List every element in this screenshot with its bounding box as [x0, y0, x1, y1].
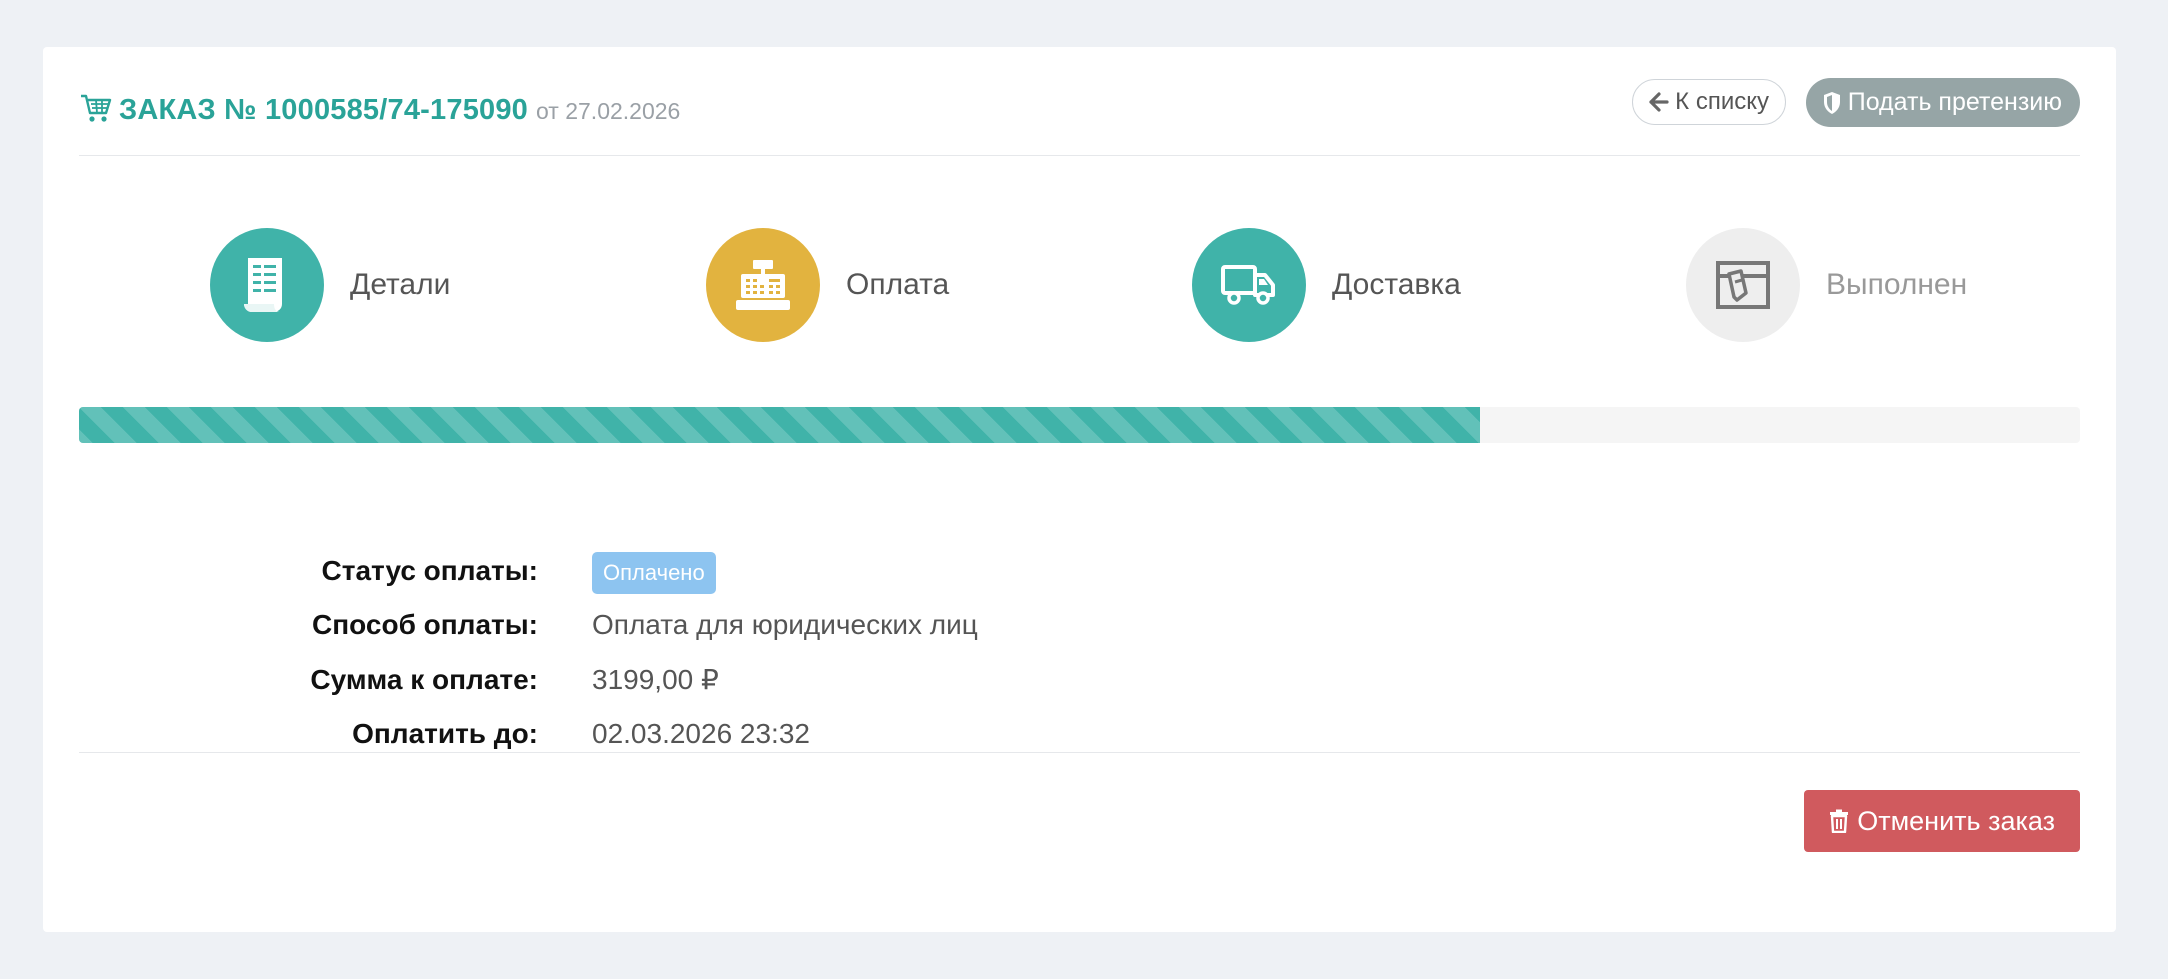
- payment-due-value: 02.03.2026 23:32: [592, 718, 810, 749]
- step-completed-circle: [1686, 228, 1800, 342]
- payment-amount-label: Сумма к оплате:: [310, 664, 538, 695]
- order-title-wrap: ЗАКАЗ № 1000585/74-175090 от 27.02.2026: [79, 85, 680, 127]
- payment-amount-row: Сумма к оплате: 3199,00 ₽: [43, 658, 2116, 702]
- submit-claim-button[interactable]: Подать претензию: [1805, 78, 2080, 127]
- step-details-label: Детали: [350, 268, 451, 301]
- step-delivery-label: Доставка: [1332, 268, 1461, 301]
- payment-due-row: Оплатить до: 02.03.2026 23:32: [43, 712, 2116, 756]
- step-delivery-circle: [1192, 228, 1306, 342]
- back-to-list-label: К списку: [1675, 88, 1769, 115]
- shield-icon: [1823, 91, 1840, 114]
- status-badge: Оплачено: [592, 552, 716, 594]
- order-header: ЗАКАЗ № 1000585/74-175090 от 27.02.2026 …: [79, 47, 2080, 156]
- back-to-list-button[interactable]: К списку: [1632, 79, 1786, 125]
- step-delivery: Доставка: [1192, 228, 1461, 342]
- payment-status-label: Статус оплаты:: [321, 555, 538, 586]
- submit-claim-label: Подать претензию: [1847, 88, 2062, 116]
- arrow-left-icon: [1649, 92, 1669, 112]
- trash-icon: [1830, 809, 1849, 833]
- payment-due-label: Оплатить до:: [352, 718, 538, 749]
- step-completed-label: Выполнен: [1826, 268, 1968, 301]
- order-progress-bar: [79, 407, 2080, 443]
- step-details: Детали: [210, 228, 450, 342]
- cash-register-icon: [736, 260, 790, 310]
- payment-amount-value: 3199,00 ₽: [592, 664, 719, 695]
- order-date: от 27.02.2026: [536, 98, 681, 124]
- payment-status-row: Статус оплаты: Оплачено: [43, 549, 2116, 594]
- receipt-icon: [244, 258, 282, 312]
- payment-method-row: Способ оплаты: Оплата для юридических ли…: [43, 603, 2116, 647]
- step-payment: Оплата: [706, 228, 949, 342]
- step-payment-label: Оплата: [846, 268, 950, 301]
- footer-divider: [79, 752, 2080, 753]
- cancel-order-label: Отменить заказ: [1857, 805, 2055, 836]
- cancel-order-button[interactable]: Отменить заказ: [1804, 790, 2080, 852]
- cart-icon: [81, 94, 112, 122]
- order-title: ЗАКАЗ № 1000585/74-175090: [119, 94, 529, 126]
- payment-status-value: Оплачено: [592, 549, 716, 594]
- step-payment-circle: [706, 228, 820, 342]
- step-completed: Выполнен: [1686, 228, 1967, 342]
- payment-method-label: Способ оплаты:: [312, 609, 538, 640]
- payment-method-value: Оплата для юридических лиц: [592, 609, 978, 640]
- box-icon: [1716, 261, 1770, 309]
- order-card: ЗАКАЗ № 1000585/74-175090 от 27.02.2026 …: [43, 47, 2116, 932]
- order-progress-fill: [79, 407, 1480, 443]
- step-details-circle: [210, 228, 324, 342]
- truck-icon: [1221, 265, 1275, 305]
